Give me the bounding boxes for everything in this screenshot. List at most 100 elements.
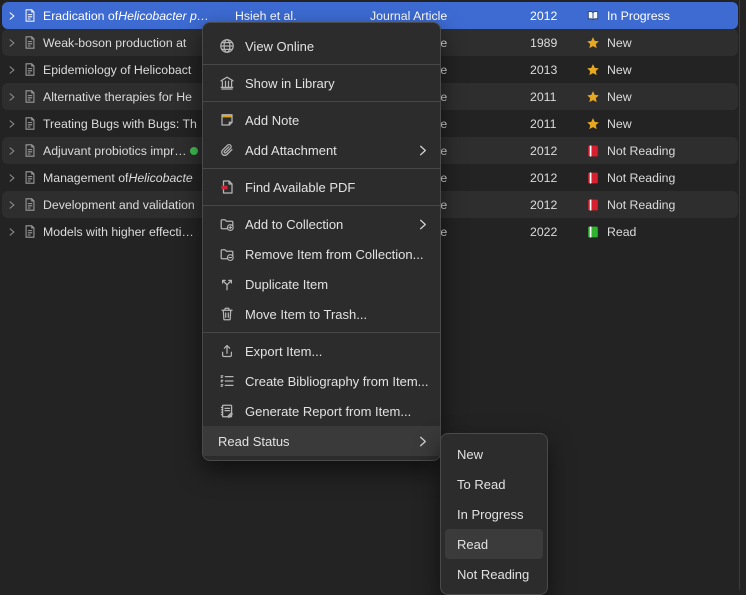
library-icon [218,75,235,92]
document-icon [23,83,39,110]
star-icon [586,63,600,77]
note-icon [218,112,235,129]
menu-item-export-item[interactable]: Export Item... [203,336,440,366]
item-read-status: Not Reading [586,137,736,164]
pdf-document-icon [218,179,235,196]
menu-item-label: Add Attachment [245,143,415,158]
closed-book-red-icon [586,171,600,185]
read-status-submenu: New To Read In Progress Read Not Reading [440,433,548,595]
bibliography-list-icon [218,373,235,390]
item-title: Weak-boson production at [43,29,219,56]
document-icon [23,2,39,29]
expand-chevron-icon[interactable] [7,191,20,218]
document-icon [23,56,39,83]
closed-book-green-icon [586,225,600,239]
expand-chevron-icon[interactable] [7,218,20,245]
open-book-icon [586,9,600,23]
menu-separator [203,168,440,169]
submenu-item-to-read[interactable]: To Read [445,469,543,499]
submenu-item-in-progress[interactable]: In Progress [445,499,543,529]
expand-chevron-icon[interactable] [7,2,20,29]
menu-item-read-status[interactable]: Read Status [203,426,440,456]
item-year: 2013 [530,56,572,83]
item-year: 2011 [530,110,572,137]
item-read-status: Not Reading [586,191,736,218]
menu-item-add-to-collection[interactable]: Add to Collection [203,209,440,239]
folder-minus-icon [218,246,235,263]
menu-item-label: View Online [245,39,430,54]
pane-divider [739,0,740,590]
expand-chevron-icon[interactable] [7,164,20,191]
item-year: 2012 [530,2,572,29]
item-year: 2011 [530,83,572,110]
item-read-status: New [586,29,736,56]
item-title: Management of Helicobacte [43,164,219,191]
expand-chevron-icon[interactable] [7,29,20,56]
item-title: Alternative therapies for He [43,83,219,110]
menu-item-label: Read Status [218,434,415,449]
closed-book-red-icon [586,198,600,212]
menu-item-label: Find Available PDF [245,180,430,195]
paperclip-icon [218,142,235,159]
document-icon [23,191,39,218]
submenu-item-new[interactable]: New [445,439,543,469]
submenu-chevron-icon [415,143,430,158]
document-icon [23,110,39,137]
star-icon [586,117,600,131]
menu-separator [203,101,440,102]
item-read-status: Not Reading [586,164,736,191]
document-icon [23,137,39,164]
submenu-item-read[interactable]: Read [445,529,543,559]
globe-icon [218,38,235,55]
menu-item-label: Duplicate Item [245,277,430,292]
menu-item-label: Move Item to Trash... [245,307,430,322]
expand-chevron-icon[interactable] [7,83,20,110]
menu-item-find-available-pdf[interactable]: Find Available PDF [203,172,440,202]
item-title: Treating Bugs with Bugs: Th [43,110,219,137]
expand-chevron-icon[interactable] [7,110,20,137]
document-icon [23,164,39,191]
item-title: Models with higher effecti… [43,218,219,245]
export-icon [218,343,235,360]
star-icon [586,90,600,104]
menu-separator [203,64,440,65]
item-read-status: New [586,110,736,137]
menu-item-create-bibliography[interactable]: Create Bibliography from Item... [203,366,440,396]
submenu-chevron-icon [415,434,430,449]
menu-item-add-note[interactable]: Add Note [203,105,440,135]
menu-item-label: Show in Library [245,76,430,91]
menu-item-label: Add to Collection [245,217,415,232]
menu-item-show-in-library[interactable]: Show in Library [203,68,440,98]
item-read-status: New [586,56,736,83]
item-year: 2012 [530,191,572,218]
menu-item-move-to-trash[interactable]: Move Item to Trash... [203,299,440,329]
expand-chevron-icon[interactable] [7,137,20,164]
menu-item-add-attachment[interactable]: Add Attachment [203,135,440,165]
document-icon [23,29,39,56]
item-context-menu: View Online Show in Library Add Note Add… [202,22,441,461]
submenu-chevron-icon [415,217,430,232]
menu-separator [203,205,440,206]
star-icon [586,36,600,50]
item-year: 2022 [530,218,572,245]
menu-item-view-online[interactable]: View Online [203,31,440,61]
item-read-status: In Progress [586,2,736,29]
item-title: Epidemiology of Helicobact [43,56,219,83]
item-read-status: Read [586,218,736,245]
menu-item-remove-from-collection[interactable]: Remove Item from Collection... [203,239,440,269]
menu-item-duplicate-item[interactable]: Duplicate Item [203,269,440,299]
menu-item-label: Create Bibliography from Item... [245,374,430,389]
menu-item-label: Export Item... [245,344,430,359]
document-icon [23,218,39,245]
item-read-status: New [586,83,736,110]
submenu-item-not-reading[interactable]: Not Reading [445,559,543,589]
attachment-dot-icon [190,147,198,155]
report-icon [218,403,235,420]
menu-item-generate-report[interactable]: Generate Report from Item... [203,396,440,426]
menu-separator [203,332,440,333]
expand-chevron-icon[interactable] [7,56,20,83]
item-year: 2012 [530,164,572,191]
item-year: 1989 [530,29,572,56]
closed-book-red-icon [586,144,600,158]
trash-icon [218,306,235,323]
